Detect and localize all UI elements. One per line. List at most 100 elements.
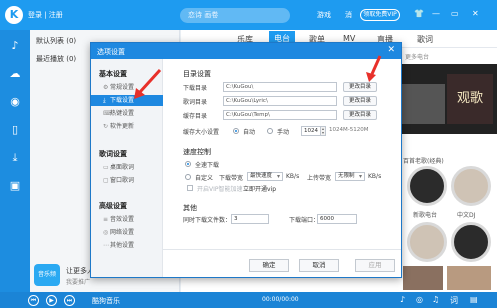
sound-effect-icon[interactable]: ◎ <box>416 295 423 304</box>
playlist-icon[interactable]: ▤ <box>470 295 478 304</box>
upload-bandwidth-select[interactable]: 无限制 <box>335 172 365 181</box>
list-item[interactable]: 默认列表 (0) <box>36 36 76 46</box>
tablet-icon[interactable]: ▯ <box>7 122 23 138</box>
loop-icon[interactable]: ♪ <box>400 295 405 304</box>
cloud-icon[interactable]: ☁ <box>7 66 23 82</box>
skin-icon[interactable]: 👕 <box>414 9 424 18</box>
title-bar: K 登录 | 注册 恋诗 画卷 游戏 消 领取免费VIP 👕 — ▭ ✕ <box>0 0 497 30</box>
album-thumb[interactable] <box>447 266 491 290</box>
lyrics-dir-input[interactable]: C:\KuGou\Lyric\ <box>223 96 337 106</box>
cancel-button[interactable]: 取消 <box>299 259 339 272</box>
close-icon[interactable]: ✕ <box>387 45 395 55</box>
more-icon: ⋯ <box>103 242 109 249</box>
sidebar-item-label: 网络设置 <box>110 229 135 236</box>
sidebar-item-update[interactable]: ↻ 软件更新 <box>91 121 163 132</box>
cache-dir-input[interactable]: C:\KuGou\Temp\ <box>223 110 337 120</box>
card-caption[interactable]: 中文DJ <box>457 210 475 219</box>
settings-dialog: 选项设置 ✕ 基本设置 ⚙ 常规设置 ⤓ 下载设置 ⌨热键设置 ↻ 软件更新 歌词设置… <box>90 42 402 278</box>
maximize-icon[interactable]: ▭ <box>451 9 459 18</box>
play-icon[interactable]: ▶ <box>46 295 57 306</box>
volume-icon[interactable]: ♫ <box>432 295 439 304</box>
sidebar-item-label: 窗口歌词 <box>110 177 135 184</box>
change-cache-dir-button[interactable]: 更改目录 <box>343 110 377 120</box>
download-port-input[interactable]: 6000 <box>317 214 357 224</box>
sidebar-item-desktop-lyrics[interactable]: ▭桌面歌词 <box>91 162 163 173</box>
sidebar-item-label: 其他设置 <box>110 242 135 249</box>
sidebar-item-label: 桌面歌词 <box>110 164 135 171</box>
ok-button[interactable]: 确定 <box>249 259 289 272</box>
prev-icon[interactable]: ⏮ <box>28 295 39 306</box>
vip-boost-label: 开启VIP智能加速 <box>197 186 243 193</box>
full-speed-label: 全速下载 <box>195 162 220 169</box>
change-lyrics-dir-button[interactable]: 更改目录 <box>343 96 377 106</box>
cache-size-label: 缓存大小设置 <box>183 129 220 136</box>
card-caption[interactable]: 新歌电台 <box>413 210 437 219</box>
player-bar: ⏮ ▶ ⏭ 酷狗音乐 00:00/00:00 ♪ ◎ ♫ 词 ▤ <box>0 292 497 308</box>
cache-auto-label: 自动 <box>243 129 256 136</box>
close-window-icon[interactable]: ✕ <box>472 9 479 18</box>
play-time: 00:00/00:00 <box>262 296 299 303</box>
next-icon[interactable]: ⏭ <box>64 295 75 306</box>
left-nav: ♪ ☁ ◉ ▯ ⤓ ▣ <box>0 30 30 292</box>
sidebar-item-sound-effect[interactable]: ≡ 音效设置 <box>91 214 163 225</box>
promo-link[interactable]: 我要推广 <box>66 277 90 286</box>
message-icon[interactable]: 消 <box>345 10 352 20</box>
download-bandwidth-select[interactable]: 最快速度 <box>247 172 283 181</box>
monitor-icon: ▭ <box>103 164 109 171</box>
cache-size-input[interactable]: 1024 <box>301 126 321 136</box>
sidebar-item-download[interactable]: ⤓ 下载设置 <box>91 95 163 106</box>
banner-image <box>401 84 445 124</box>
download-bandwidth-label: 下载带宽 <box>219 175 244 182</box>
dialog-footer: 确定 取消 应用 <box>163 249 401 277</box>
custom-speed-label: 自定义 <box>195 175 214 182</box>
download-dir-input[interactable]: C:\KuGou\ <box>223 82 337 92</box>
max-files-input[interactable]: 3 <box>231 214 269 224</box>
radio-banner[interactable]: 观歌 <box>397 64 497 134</box>
cache-dir-label: 缓存目录 <box>183 113 208 120</box>
tab-lyrics[interactable]: 歌词 <box>417 34 433 45</box>
open-vip-link[interactable]: 立即开通vip <box>243 184 276 193</box>
sidebar-item-window-lyrics[interactable]: ▢窗口歌词 <box>91 175 163 186</box>
music-note-icon[interactable]: ♪ <box>7 38 23 54</box>
login-register-link[interactable]: 登录 | 注册 <box>28 10 63 20</box>
cache-size-range: 1024M-5120M <box>329 127 369 133</box>
change-download-dir-button[interactable]: 更改目录 <box>343 82 377 92</box>
sidebar-item-network[interactable]: ◎ 网络设置 <box>91 227 163 238</box>
sidebar-item-label: 下载设置 <box>110 97 135 104</box>
promo-badge[interactable]: 音乐频 <box>34 264 60 286</box>
keyboard-icon: ⌨ <box>103 110 112 117</box>
apply-button[interactable]: 应用 <box>355 259 395 272</box>
dialog-header[interactable]: 选项设置 ✕ <box>91 43 401 59</box>
sidebar-item-hotkeys[interactable]: ⌨热键设置 <box>91 108 163 119</box>
card-caption[interactable]: 百首老歌(经典) <box>403 156 444 165</box>
cache-size-stepper[interactable]: ▴ ▾ <box>321 126 326 136</box>
more-radio-link[interactable]: 更多电台 <box>405 52 429 61</box>
game-link[interactable]: 游戏 <box>317 10 331 20</box>
lyrics-icon[interactable]: 词 <box>450 295 458 306</box>
kugou-logo[interactable]: K <box>5 6 23 24</box>
local-music-icon[interactable]: ▣ <box>7 178 23 194</box>
cache-auto-radio[interactable] <box>233 128 239 134</box>
cache-manual-radio[interactable] <box>267 128 273 134</box>
sidebar-item-label: 热键设置 <box>110 110 135 117</box>
list-item[interactable]: 最近播放 (0) <box>36 54 76 64</box>
free-vip-button[interactable]: 领取免费VIP <box>360 9 400 21</box>
download-unit: KB/s <box>286 173 300 180</box>
album-thumb[interactable] <box>403 266 443 290</box>
minimize-icon[interactable]: — <box>432 9 440 18</box>
lyrics-dir-label: 歌词目录 <box>183 99 208 106</box>
search-input[interactable]: 恋诗 画卷 <box>180 8 290 23</box>
radio-icon[interactable]: ◉ <box>7 94 23 110</box>
album-thumb[interactable] <box>451 166 491 206</box>
album-thumb[interactable] <box>407 166 447 206</box>
download-icon[interactable]: ⤓ <box>7 150 23 166</box>
banner-title: 观歌 <box>447 74 493 124</box>
album-thumb[interactable] <box>451 222 491 262</box>
full-speed-radio[interactable] <box>185 161 191 167</box>
sidebar-item-general[interactable]: ⚙ 常规设置 <box>91 82 163 93</box>
album-thumb[interactable] <box>407 222 447 262</box>
section-title-speed: 速度控制 <box>183 148 211 156</box>
vip-boost-checkbox[interactable] <box>187 185 193 191</box>
sidebar-item-other[interactable]: ⋯其他设置 <box>91 240 163 251</box>
custom-speed-radio[interactable] <box>185 174 191 180</box>
